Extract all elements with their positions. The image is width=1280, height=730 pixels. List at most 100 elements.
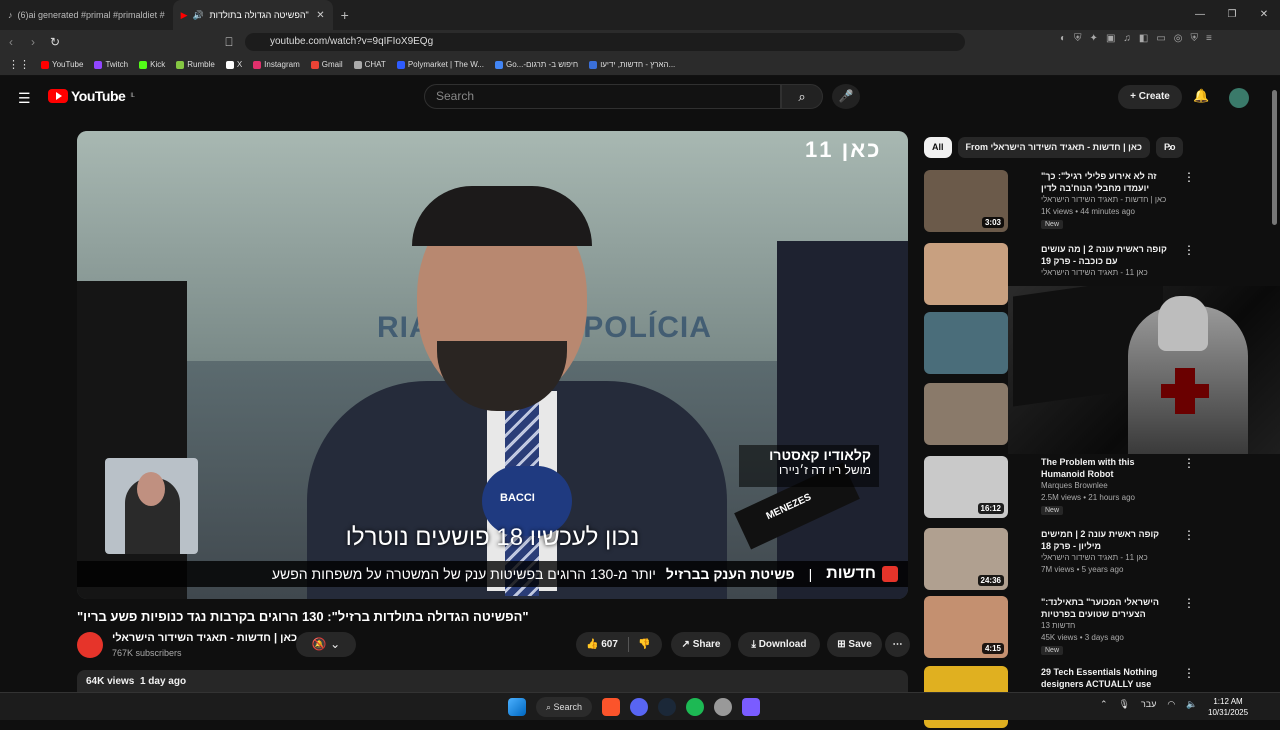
video-thumbnail[interactable]: 16:12 xyxy=(924,456,1008,518)
recommended-video-item[interactable]: 3:03 "זה לא אירוע פלילי רגיל": כך יועמדו … xyxy=(924,170,1264,234)
bookmark-google-translate[interactable]: Go...-חיפוש ב- תרגום xyxy=(495,60,578,69)
discord-icon[interactable] xyxy=(630,698,648,716)
more-options-icon[interactable]: ⋮ xyxy=(1183,456,1195,470)
video-player[interactable]: RIA DE ... DE POLÍCIA BACCI MENEZES כאן … xyxy=(77,131,908,599)
recommended-channel[interactable]: כאן 11 - תאגיד השידור הישראלי xyxy=(1041,553,1148,562)
steam-icon[interactable] xyxy=(658,698,676,716)
recommended-channel[interactable]: Marques Brownlee xyxy=(1041,481,1108,490)
chrome-icon[interactable] xyxy=(714,698,732,716)
spotify-icon[interactable] xyxy=(686,698,704,716)
app-icon[interactable] xyxy=(742,698,760,716)
voice-search-button[interactable]: 🎤 xyxy=(832,84,860,109)
recommended-title[interactable]: קופה ראשית עונה 2 | מה עושים עם כוכבה - … xyxy=(1041,243,1171,267)
video-thumbnail[interactable]: 24:36 xyxy=(924,528,1008,590)
back-icon[interactable]: ‹ xyxy=(0,35,22,49)
like-button[interactable]: 👍 607 👎 xyxy=(576,632,662,657)
youtube-logo[interactable]: YouTube IL xyxy=(48,88,135,104)
minimize-icon[interactable]: — xyxy=(1184,0,1216,30)
window-icon[interactable]: ▣ xyxy=(1106,33,1115,44)
bookmark-gmail[interactable]: Gmail xyxy=(310,60,343,69)
chevron-up-icon[interactable]: ⌃ xyxy=(1100,699,1108,710)
bookmark-youtube[interactable]: YouTube xyxy=(41,60,83,69)
mic-icon[interactable]: 🎙 xyxy=(1119,699,1130,710)
reload-icon[interactable]: ↻ xyxy=(44,35,66,49)
language-indicator[interactable]: עבר xyxy=(1141,699,1156,710)
more-options-icon[interactable]: ⋮ xyxy=(1183,170,1195,184)
chip-from-channel[interactable]: From כאן | חדשות - תאגיד השידור הישראלי xyxy=(957,137,1150,158)
search-button[interactable]: ⌕ xyxy=(781,84,823,109)
wifi-icon[interactable]: ◠ xyxy=(1167,699,1175,710)
avatar[interactable] xyxy=(1229,88,1249,108)
more-options-icon[interactable]: ⋮ xyxy=(1183,243,1195,257)
speaker-icon[interactable]: 🔊 xyxy=(193,10,204,21)
download-button[interactable]: ⤓ Download xyxy=(738,632,820,657)
bookmark-rumble[interactable]: Rumble xyxy=(176,60,215,69)
more-options-icon[interactable]: ⋮ xyxy=(1183,666,1195,680)
recommended-title[interactable]: 29 Tech Essentials Nothing designers ACT… xyxy=(1041,666,1171,690)
forward-icon[interactable]: › xyxy=(22,35,44,49)
close-window-icon[interactable]: ✕ xyxy=(1248,0,1280,30)
subscription-bell-button[interactable]: 🔕 ⌄ xyxy=(296,632,356,657)
channel-name[interactable]: כאן | חדשות - תאגיד השידור הישראלי xyxy=(112,632,297,644)
clock[interactable]: 1:12 AM 10/31/2025 xyxy=(1208,696,1248,718)
ticker-text: יותר מ-130 הרוגים בפשיטות ענק של המשטרה … xyxy=(271,566,656,582)
video-thumbnail[interactable] xyxy=(924,383,1008,445)
volume-icon[interactable]: 🔈 xyxy=(1186,699,1197,710)
recommended-title[interactable]: קופה ראשית עונה 2 | חמישים מיליון - פרק … xyxy=(1041,528,1171,552)
recommended-video-item[interactable]: 4:15 "הישראלי המכוער" בתאילנד: הצעירים שט… xyxy=(924,596,1264,660)
browser-tab-1[interactable]: ♪ (6)ai generated #primal #primaldiet # xyxy=(0,0,173,30)
shield-icon[interactable]: ⛨ xyxy=(1074,33,1082,44)
share-button[interactable]: ↗ Share xyxy=(671,632,731,657)
new-tab-button[interactable]: + xyxy=(333,0,357,30)
vpn-icon[interactable]: ⛨ xyxy=(1191,33,1199,44)
leo-icon[interactable]: ◎ xyxy=(1174,33,1183,44)
recommended-channel[interactable]: חדשות 13 xyxy=(1041,621,1075,630)
notifications-bell-icon[interactable]: 🔔 xyxy=(1193,88,1209,104)
windows-start-icon[interactable] xyxy=(508,698,526,716)
extension-icon[interactable]: ◐ xyxy=(1060,33,1066,44)
apps-icon[interactable]: ⋮⋮ xyxy=(8,58,30,71)
video-thumbnail[interactable]: 4:15 xyxy=(924,596,1008,658)
close-tab-icon[interactable]: ✕ xyxy=(316,10,324,21)
create-button[interactable]: + Create xyxy=(1118,85,1182,109)
more-options-icon[interactable]: ⋮ xyxy=(1183,596,1195,610)
thumbs-down-icon[interactable]: 👎 xyxy=(638,632,650,657)
scrollbar[interactable] xyxy=(1272,90,1277,225)
more-options-icon[interactable]: ⋮ xyxy=(1183,528,1195,542)
more-actions-button[interactable]: ⋯ xyxy=(885,632,910,657)
bookmark-x[interactable]: X xyxy=(225,60,242,69)
recommended-title[interactable]: "הישראלי המכוער" בתאילנד: הצעירים שטועים… xyxy=(1041,596,1171,622)
sidebar-icon[interactable]: ◧ xyxy=(1139,33,1148,44)
bookmark-kick[interactable]: Kick xyxy=(139,60,165,69)
bookmark-polymarket[interactable]: Polymarket | The W... xyxy=(396,60,484,69)
chip-all[interactable]: All xyxy=(924,137,952,158)
search-input[interactable]: Search xyxy=(424,84,781,109)
bookmark-chat[interactable]: CHAT xyxy=(353,60,386,69)
recommended-channel[interactable]: כאן | חדשות - תאגיד השידור הישראלי xyxy=(1041,195,1166,204)
chevron-right-icon[interactable]: › xyxy=(1168,140,1172,154)
wallet-icon[interactable]: ▭ xyxy=(1156,33,1165,44)
recommended-title[interactable]: "זה לא אירוע פלילי רגיל": כך יועמדו מחבל… xyxy=(1041,170,1171,194)
recommended-video-item[interactable]: 24:36 קופה ראשית עונה 2 | חמישים מיליון -… xyxy=(924,528,1264,592)
video-thumbnail[interactable] xyxy=(924,312,1008,374)
maximize-icon[interactable]: ❐ xyxy=(1216,0,1248,30)
brave-icon[interactable] xyxy=(602,698,620,716)
recommended-channel[interactable]: כאן 11 - תאגיד השידור הישראלי xyxy=(1041,268,1148,277)
bookmark-twitch[interactable]: Twitch xyxy=(94,60,128,69)
save-button[interactable]: ⊞ Save xyxy=(827,632,882,657)
bookmark-instagram[interactable]: Instagram xyxy=(253,60,300,69)
taskbar-search[interactable]: ⌕ Search xyxy=(536,697,592,717)
music-icon[interactable]: ♫ xyxy=(1123,33,1131,44)
video-thumbnail[interactable]: 3:03 xyxy=(924,170,1008,232)
puzzle-icon[interactable]: ✦ xyxy=(1090,33,1098,44)
recommended-title[interactable]: The Problem with this Humanoid Robot xyxy=(1041,456,1171,480)
bookmark-icon[interactable]: ⎕ xyxy=(218,35,240,50)
menu-icon[interactable]: ≡ xyxy=(1206,33,1212,44)
recommended-video-item[interactable]: 16:12 The Problem with this Humanoid Robo… xyxy=(924,456,1264,520)
bookmark-haaretz[interactable]: הארץ - חדשות, ידיעו... xyxy=(589,60,675,69)
url-field[interactable]: youtube.com/watch?v=9qIFIoX9EQg xyxy=(245,33,965,51)
video-thumbnail[interactable] xyxy=(924,243,1008,305)
channel-avatar[interactable] xyxy=(77,632,103,658)
hamburger-menu-icon[interactable]: ☰ xyxy=(18,90,31,107)
browser-tab-2-active[interactable]: ▶ 🔊 "הפשיטה הגדולה בתולדות בר ✕ xyxy=(172,0,333,30)
